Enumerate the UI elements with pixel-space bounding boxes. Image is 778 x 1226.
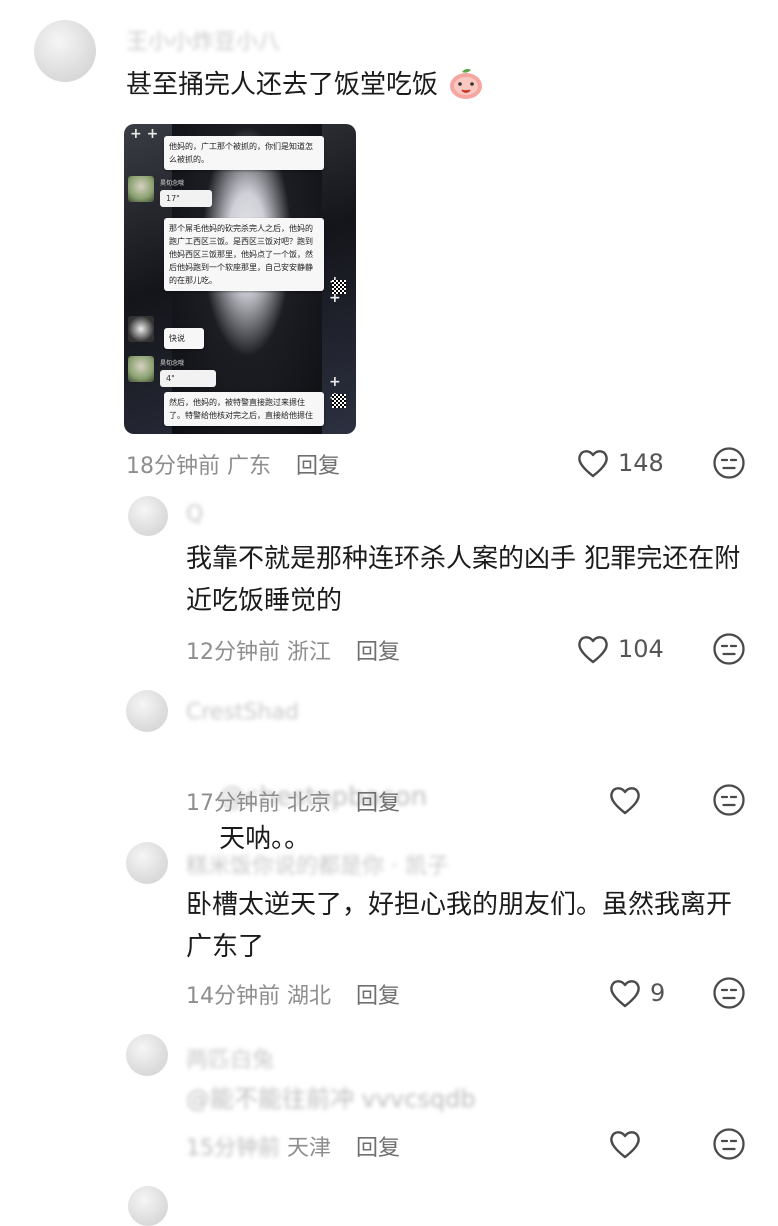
chat-bubble: 然后，他妈的，被特警直接跑过来摁住了。特警给他核对完之后，直接给他摁住 xyxy=(164,392,324,426)
comment-meta: 14分钟前 湖北 回复 xyxy=(186,978,400,1010)
like-button[interactable]: 104 xyxy=(576,633,664,665)
like-button[interactable] xyxy=(608,784,650,816)
comment-author[interactable]: 两匹白兔 xyxy=(186,1042,274,1074)
comment-location: 湖北 xyxy=(287,984,332,1009)
chat-avatar xyxy=(128,316,154,342)
comment-location: 天津 xyxy=(287,1136,332,1161)
heart-outline-icon xyxy=(610,787,640,815)
comment-time: 17分钟前 xyxy=(186,791,280,816)
like-button[interactable]: 9 xyxy=(608,977,665,1009)
comment-image[interactable]: + + + + + + 他妈的，广工那个被抓的，你们是知道怎么被抓的。 昊旬念哦… xyxy=(124,124,356,434)
chat-bubble: 那个屌毛他妈的砍完杀完人之后，他妈的跑广工西区三饭。是西区三饭对吧？跑到他妈西区… xyxy=(164,218,324,291)
comment-meta: 12分钟前 浙江 回复 xyxy=(186,634,400,666)
comment-meta: 17分钟前 北京 回复 xyxy=(186,785,400,817)
reply-button[interactable]: 回复 xyxy=(356,791,400,816)
comment-text: @能不能往前冲 vvvcsqdb xyxy=(186,1085,476,1113)
avatar[interactable] xyxy=(128,496,168,536)
comment-meta: 15分钟前 天津 回复 xyxy=(186,1130,400,1162)
comment-author[interactable]: 王小小炸豆小八 xyxy=(126,24,280,56)
comment-author[interactable]: Q xyxy=(186,502,203,527)
comment-location: 浙江 xyxy=(287,640,332,665)
chat-username: 昊旬念哦 xyxy=(160,180,185,187)
comment-time: 14分钟前 xyxy=(186,984,280,1009)
plus-decoration-icon: + + xyxy=(130,126,159,142)
comment-author[interactable]: CrestShad xyxy=(186,700,299,725)
meh-face-icon[interactable] xyxy=(712,632,746,666)
meh-face-icon[interactable] xyxy=(712,976,746,1010)
avatar[interactable] xyxy=(126,842,168,884)
sticker-icon xyxy=(332,394,346,408)
avatar[interactable] xyxy=(128,1186,168,1226)
reply-button[interactable]: 回复 xyxy=(356,984,400,1009)
heart-outline-icon xyxy=(578,636,608,664)
meh-face-icon[interactable] xyxy=(712,446,746,480)
avatar[interactable] xyxy=(126,1034,168,1076)
comment-text: 我靠不就是那种连环杀人案的凶手 犯罪完还在附近吃饭睡觉的 xyxy=(186,544,741,616)
heart-outline-icon xyxy=(610,980,640,1008)
chat-bubble: 他妈的，广工那个被抓的，你们是知道怎么被抓的。 xyxy=(164,136,324,170)
reply-button[interactable]: 回复 xyxy=(356,1136,400,1161)
comment-text: 甚至捅完人还去了饭堂吃饭 xyxy=(126,70,439,100)
comment-text: 卧槽太逆天了，好担心我的朋友们。虽然我离开广东了 xyxy=(186,890,733,962)
voice-message: 17" xyxy=(160,190,212,207)
peach-emoji-icon xyxy=(448,66,484,100)
comment-location: 北京 xyxy=(287,791,332,816)
heart-outline-icon xyxy=(578,450,608,478)
comment-author[interactable]: 糕米饭你说的都是你 · 凯子 xyxy=(186,848,449,880)
like-count: 148 xyxy=(618,449,664,477)
chat-avatar xyxy=(128,176,154,202)
meh-face-icon[interactable] xyxy=(712,1127,746,1161)
chat-bubble: 快说 xyxy=(164,328,204,349)
like-button[interactable] xyxy=(608,1128,650,1160)
like-button[interactable]: 148 xyxy=(576,447,664,479)
comment-time: 12分钟前 xyxy=(186,640,280,665)
comment-meta: 18分钟前 广东 回复 xyxy=(126,448,340,480)
reply-button[interactable]: 回复 xyxy=(356,640,400,665)
avatar[interactable] xyxy=(126,690,168,732)
voice-message: 4" xyxy=(160,370,216,387)
heart-outline-icon xyxy=(610,1131,640,1159)
like-count: 104 xyxy=(618,635,664,663)
avatar[interactable] xyxy=(34,20,96,82)
comment-time: 18分钟前 xyxy=(126,454,220,479)
comment-location: 广东 xyxy=(227,454,272,479)
reply-button[interactable]: 回复 xyxy=(296,454,340,479)
comment-time: 15分钟前 xyxy=(186,1136,280,1161)
chat-avatar xyxy=(128,356,154,382)
meh-face-icon[interactable] xyxy=(712,783,746,817)
chat-username: 昊旬念哦 xyxy=(160,360,185,367)
sticker-icon xyxy=(332,280,346,294)
like-count: 9 xyxy=(650,979,666,1007)
